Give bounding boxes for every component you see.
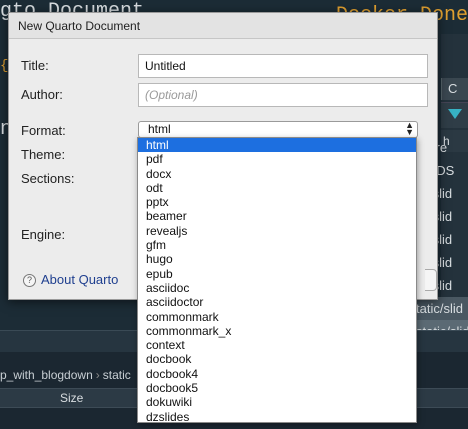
sections-label: Sections: bbox=[21, 171, 75, 186]
download-arrow-icon[interactable] bbox=[448, 109, 462, 119]
up-down-chevron-icon: ▲ ▼ bbox=[405, 120, 414, 137]
format-option-asciidoc[interactable]: asciidoc bbox=[138, 281, 416, 295]
format-option-docx[interactable]: docx bbox=[138, 167, 416, 181]
format-option-docbook4[interactable]: docbook4 bbox=[138, 367, 416, 381]
breadcrumb: p_with_blogdown › static bbox=[0, 368, 131, 382]
breadcrumb-separator-icon: › bbox=[95, 368, 100, 382]
about-quarto-label: About Quarto bbox=[41, 272, 119, 287]
format-option-hugo[interactable]: hugo bbox=[138, 252, 416, 266]
help-icon: ? bbox=[23, 274, 36, 287]
column-header-size[interactable]: Size bbox=[60, 391, 83, 405]
file-row[interactable]: tatic/slid bbox=[416, 297, 468, 320]
format-option-beamer[interactable]: beamer bbox=[138, 209, 416, 223]
format-option-commonmark-x[interactable]: commonmark_x bbox=[138, 324, 416, 338]
format-option-pdf[interactable]: pdf bbox=[138, 152, 416, 166]
format-option-context[interactable]: context bbox=[138, 338, 416, 352]
title-label: Title: bbox=[21, 58, 49, 73]
background-panel-tab[interactable]: C bbox=[441, 78, 468, 100]
format-select-value: html bbox=[148, 122, 171, 136]
format-option-pptx[interactable]: pptx bbox=[138, 195, 416, 209]
dialog-button-edge[interactable] bbox=[425, 269, 437, 291]
format-label: Format: bbox=[21, 123, 66, 138]
author-label: Author: bbox=[21, 87, 63, 102]
author-input[interactable] bbox=[138, 83, 428, 107]
format-option-revealjs[interactable]: revealjs bbox=[138, 224, 416, 238]
format-option-docbook[interactable]: docbook bbox=[138, 352, 416, 366]
format-option-asciidoctor[interactable]: asciidoctor bbox=[138, 295, 416, 309]
engine-label: Engine: bbox=[21, 227, 66, 242]
format-option-epub[interactable]: epub bbox=[138, 267, 416, 281]
title-input[interactable] bbox=[138, 54, 428, 78]
breadcrumb-item[interactable]: static bbox=[103, 368, 131, 382]
dialog-title: New Quarto Document bbox=[9, 13, 437, 39]
format-dropdown-list: html pdf docx odt pptx beamer revealjs g… bbox=[137, 137, 417, 423]
format-option-docbook5[interactable]: docbook5 bbox=[138, 381, 416, 395]
format-option-html[interactable]: html bbox=[138, 138, 416, 153]
format-option-odt[interactable]: odt bbox=[138, 181, 416, 195]
about-quarto-link[interactable]: ? About Quarto bbox=[23, 272, 118, 287]
breadcrumb-item[interactable]: p_with_blogdown bbox=[0, 368, 93, 382]
theme-label: Theme: bbox=[21, 147, 66, 162]
format-option-dokuwiki[interactable]: dokuwiki bbox=[138, 395, 416, 409]
format-option-gfm[interactable]: gfm bbox=[138, 238, 416, 252]
format-select[interactable]: html ▲ ▼ bbox=[138, 121, 418, 138]
format-option-dzslides[interactable]: dzslides bbox=[138, 410, 416, 422]
format-option-commonmark[interactable]: commonmark bbox=[138, 310, 416, 324]
background-panel-toolbar bbox=[441, 102, 468, 128]
